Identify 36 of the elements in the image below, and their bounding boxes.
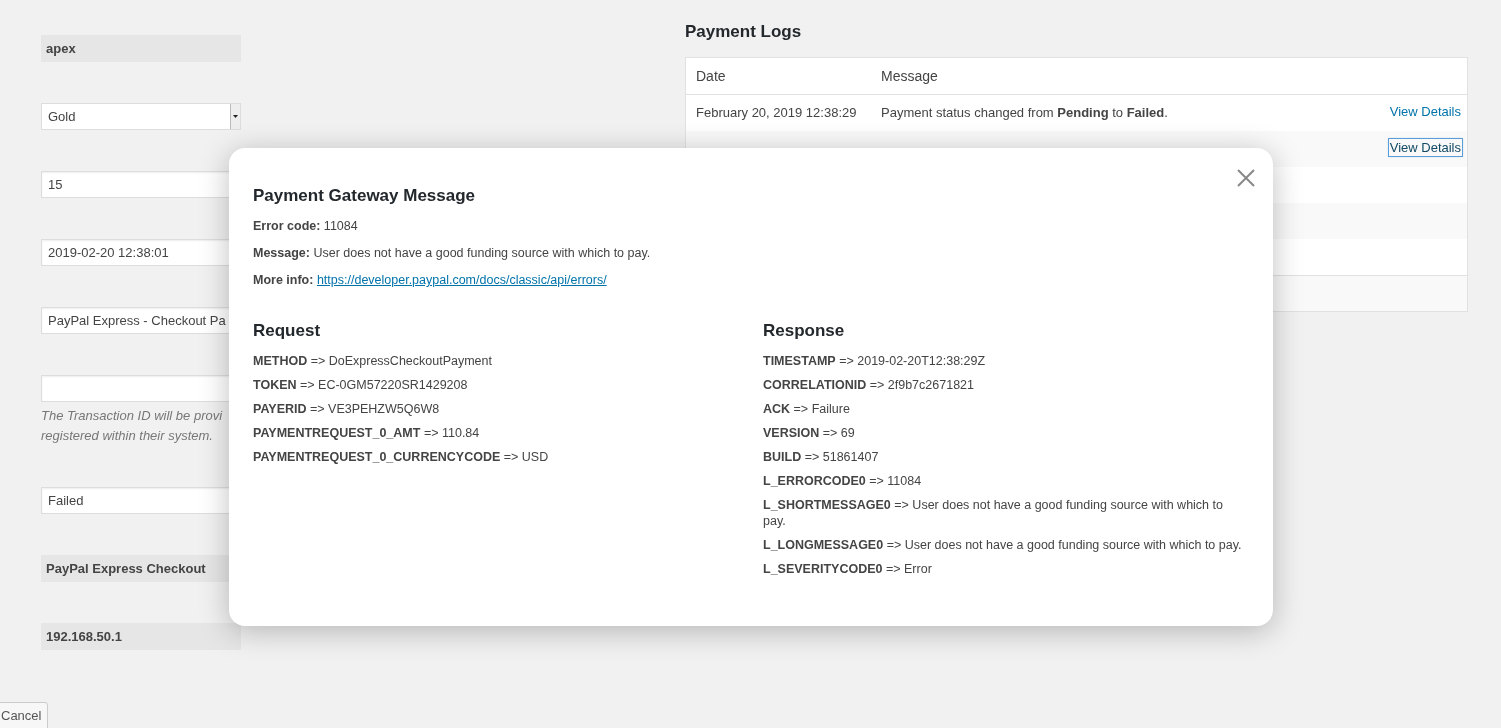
cancel-button[interactable]: Cancel (0, 702, 49, 728)
key-value-text: CORRELATIONID => 2f9b7c2671821 (763, 377, 975, 393)
select-field[interactable]: Gold (41, 103, 241, 130)
key-value-text: ACK => Failure (763, 401, 851, 417)
help-text: The Transaction ID will be provi registered within their system. (41, 407, 224, 445)
key-value-text: TIMESTAMP => 2019-02-20T12:38:29Z (763, 353, 987, 369)
info-link[interactable]: https://developer.paypal.com/docs/classic/api/errors/ (316, 273, 607, 287)
modal-title: Payment Gateway Message (253, 186, 477, 206)
info-label: More info: (253, 273, 314, 287)
field-value: 192.168.50.1 (41, 623, 241, 650)
key-value-text: L_ERRORCODE0 => 11084 (763, 473, 923, 489)
key-value-text: METHOD => DoExpressCheckoutPayment (253, 353, 493, 369)
close-icon (1237, 168, 1255, 187)
section-heading: Response (763, 321, 846, 341)
view-details-link[interactable]: View Details (1388, 139, 1462, 156)
field-value: apex (41, 35, 241, 62)
key-value-text: PAYERID => VE3PEHZW5Q6W8 (253, 401, 441, 417)
column-header: Message (880, 67, 939, 85)
close-button[interactable] (1235, 166, 1257, 189)
view-details-link[interactable]: View Details (1388, 103, 1462, 120)
caret-icon (233, 115, 238, 118)
section-title: Payment Logs (685, 22, 803, 42)
section-heading: Request (253, 321, 322, 341)
table-cell-text: February 20, 2019 12:38:29 (695, 104, 858, 122)
key-value-text: VERSION => 69 (763, 425, 856, 441)
table-cell-text: Payment status changed from Pending to Failed. (880, 104, 1169, 122)
key-value-text: L_SHORTMESSAGE0 => User does not have a good funding source with which to pay. (763, 497, 1224, 529)
key-value-text: PAYMENTREQUEST_0_AMT => 110.84 (253, 425, 481, 441)
info-text: Message: User does not have a good funding source with which to pay. (253, 245, 652, 262)
key-value-text: PAYMENTREQUEST_0_CURRENCYCODE => USD (253, 449, 550, 465)
info-text: Error code: 11084 (253, 218, 359, 235)
key-value-text: L_LONGMESSAGE0 => User does not have a good funding source with which to pay. (763, 537, 1243, 553)
key-value-text: TOKEN => EC-0GM57220SR1429208 (253, 377, 469, 393)
key-value-text: BUILD => 51861407 (763, 449, 880, 465)
key-value-text: L_SEVERITYCODE0 => Error (763, 561, 933, 577)
column-header: Date (695, 67, 727, 85)
